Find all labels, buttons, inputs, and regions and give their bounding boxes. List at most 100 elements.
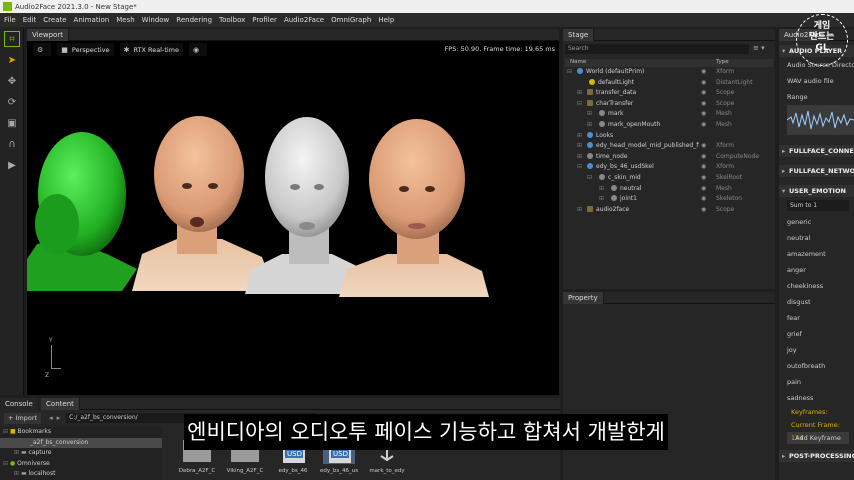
tab-content[interactable]: Content (41, 398, 80, 410)
eye-icon[interactable]: ◉ (701, 184, 706, 195)
eye-icon[interactable]: ◉ (701, 152, 706, 163)
menu-rendering[interactable]: Rendering (176, 16, 212, 24)
select-arrow-icon[interactable]: ➤ (4, 52, 20, 68)
expand-icon[interactable]: ⊞ (577, 205, 582, 216)
expand-icon[interactable]: ⊞ (599, 194, 604, 205)
emotion-anger[interactable]: anger (779, 262, 854, 278)
menu-mesh[interactable]: Mesh (116, 16, 134, 24)
select-all-icon[interactable]: ⌗ (4, 31, 20, 47)
content-tabstrip: Console Content (0, 398, 560, 410)
menu-toolbox[interactable]: Toolbox (219, 16, 245, 24)
emotion-cheekiness[interactable]: cheekiness (779, 278, 854, 294)
menu-help[interactable]: Help (378, 16, 394, 24)
property-panel: Property (563, 292, 775, 480)
expand-icon[interactable]: ⊞ (587, 109, 592, 120)
tree-item-capture[interactable]: ⊞ ▬ capture (0, 448, 162, 459)
menu-animation[interactable]: Animation (74, 16, 110, 24)
menu-window[interactable]: Window (142, 16, 170, 24)
scale-icon[interactable]: ▣ (4, 115, 20, 131)
emotion-neutral[interactable]: neutral (779, 230, 854, 246)
emotion-amazement[interactable]: amazement (779, 246, 854, 262)
eye-icon[interactable]: ◉ (701, 194, 706, 205)
emotion-joy[interactable]: joy (779, 342, 854, 358)
collapse-icon[interactable]: ⊟ (587, 173, 592, 184)
emotion-generic[interactable]: generic (779, 214, 854, 230)
tree-item-label: Omniverse (17, 459, 50, 467)
tab-property[interactable]: Property (563, 292, 604, 304)
eye-icon[interactable]: ◉ (701, 141, 706, 152)
menu-omnigraph[interactable]: OmniGraph (331, 16, 371, 24)
emotion-fear[interactable]: fear (779, 310, 854, 326)
stage-row[interactable]: ⊞ mark ◉ Mesh (565, 109, 773, 120)
col-name[interactable]: Name (570, 59, 586, 65)
tree-item-label: capture (28, 449, 52, 456)
eye-icon[interactable]: ◉ (701, 78, 706, 89)
stage-row[interactable]: ⊞ time_node ◉ ComputeNode (565, 152, 773, 163)
expand-icon[interactable]: ⊞ (577, 141, 582, 152)
snap-icon[interactable]: ∩ (4, 136, 20, 152)
eye-icon[interactable]: ◉ (701, 162, 706, 173)
stage-options-icon[interactable]: ≡ ▾ (753, 44, 765, 52)
eye-icon[interactable]: ◉ (701, 67, 706, 78)
rotate-icon[interactable]: ⟳ (4, 94, 20, 110)
stage-row[interactable]: ⊟ charTransfer ◉ Scope (565, 99, 773, 110)
menu-file[interactable]: File (4, 16, 16, 24)
tree-item-bookmarks[interactable]: ⊟ ■ Bookmarks (0, 427, 162, 438)
stage-search-input[interactable]: Search (565, 44, 749, 54)
nav-forward-icon[interactable]: ▸ (57, 414, 61, 422)
eye-icon[interactable]: ◉ (701, 88, 706, 99)
tree-item-omniverse[interactable]: ⊟ ● Omniverse (0, 459, 162, 470)
expand-icon[interactable]: ⊞ (587, 120, 592, 131)
stage-row[interactable]: ⊞ transfer_data ◉ Scope (565, 88, 773, 99)
emotion-grief[interactable]: grief (779, 326, 854, 342)
user-emotion-section[interactable]: USER_EMOTION (779, 185, 854, 197)
eye-icon[interactable]: ◉ (701, 173, 706, 184)
post-processing-section[interactable]: POST-PROCESSING (779, 450, 854, 462)
nav-back-icon[interactable]: ◂ (49, 414, 53, 422)
expand-icon[interactable]: ⊞ (599, 184, 604, 195)
menu-edit[interactable]: Edit (23, 16, 37, 24)
emotion-sadness[interactable]: sadness (779, 390, 854, 406)
menu-profiler[interactable]: Profiler (252, 16, 277, 24)
eye-icon[interactable]: ◉ (701, 109, 706, 120)
expand-icon[interactable]: ⊞ (577, 88, 582, 99)
stage-row[interactable]: ⊞ joint1 ◉ Skeleton (565, 194, 773, 205)
stage-row[interactable]: ⊟ World (defaultPrim) ◉ Xform (565, 67, 773, 78)
sum-to-dropdown[interactable]: Sum to 1 (787, 200, 849, 211)
fullface-connect-section[interactable]: FULLFACE_CONNE (779, 145, 854, 157)
eye-icon[interactable]: ◉ (701, 205, 706, 216)
emotion-pain[interactable]: pain (779, 374, 854, 390)
collapse-icon[interactable]: ⊟ (567, 67, 572, 78)
tree-item-localhost[interactable]: ⊞ ▬ localhost (0, 469, 162, 480)
tab-console[interactable]: Console (0, 398, 39, 410)
import-button[interactable]: + Import (4, 412, 42, 424)
menu-create[interactable]: Create (43, 16, 66, 24)
fullface-network-section[interactable]: FULLFACE_NETWO (779, 165, 854, 177)
stage-row[interactable]: ⊟ edy_bs_46_usdSkel ◉ Xform (565, 162, 773, 173)
stage-row[interactable]: ⊞ mark_openMouth ◉ Mesh (565, 120, 773, 131)
collapse-icon[interactable]: ⊟ (577, 162, 582, 173)
eye-icon[interactable]: ◉ (701, 99, 706, 110)
mesh-icon (599, 110, 605, 117)
tree-item-conversion[interactable]: _a2f_bs_conversion (0, 437, 162, 448)
stage-row[interactable]: defaultLight ◉ DistantLight (565, 78, 773, 89)
play-icon[interactable]: ▶ (4, 157, 20, 173)
stage-row[interactable]: ⊞ edy_head_model_mid_published_fix ◉ Xform (565, 141, 773, 152)
emotion-disgust[interactable]: disgust (779, 294, 854, 310)
stage-row[interactable]: ⊞ audio2face ◉ Scope (565, 205, 773, 216)
tab-stage[interactable]: Stage (563, 29, 595, 41)
stage-row[interactable]: ⊞ Looks (565, 131, 773, 142)
audio-waveform[interactable] (787, 105, 854, 135)
expand-icon[interactable]: ⊞ (577, 131, 582, 142)
stage-row[interactable]: ⊞ neutral ◉ Mesh (565, 184, 773, 195)
col-type[interactable]: Type (716, 59, 729, 65)
stage-row-name: transfer_data (596, 89, 637, 97)
move-icon[interactable]: ✥ (4, 73, 20, 89)
stage-row[interactable]: ⊟ c_skin_mid ◉ SkelRoot (565, 173, 773, 184)
eye-icon[interactable]: ◉ (701, 120, 706, 131)
add-keyframe-button[interactable]: Add Keyframe (787, 432, 849, 444)
collapse-icon[interactable]: ⊟ (577, 99, 582, 110)
emotion-outofbreath[interactable]: outofbreath (779, 358, 854, 374)
expand-icon[interactable]: ⊞ (577, 152, 582, 163)
menu-audio2face[interactable]: Audio2Face (284, 16, 324, 24)
